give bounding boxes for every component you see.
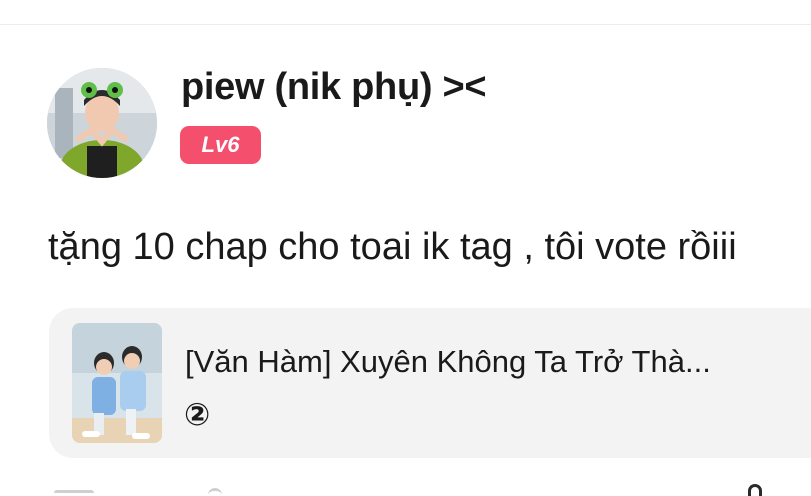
top-divider <box>0 24 811 25</box>
more-icon[interactable] <box>748 484 762 496</box>
level-badge: Lv6 <box>180 126 261 164</box>
story-title[interactable]: [Văn Hàm] Xuyên Không Ta Trở Thà... <box>185 344 711 380</box>
comment-view: piew (nik phụ) >< Lv6 tặng 10 chap cho t… <box>0 0 811 496</box>
like-icon[interactable] <box>54 490 94 496</box>
story-thumbnail[interactable] <box>72 323 162 443</box>
story-chapter-count: ② <box>184 397 211 432</box>
user-avatar[interactable] <box>47 68 157 178</box>
reply-icon[interactable] <box>208 488 222 496</box>
story-cover-image <box>72 323 162 443</box>
partially-visible-action-row <box>48 484 811 496</box>
linked-story-card[interactable] <box>49 308 811 458</box>
comment-text: tặng 10 chap cho toai ik tag , tôi vote … <box>48 226 737 268</box>
username[interactable]: piew (nik phụ) >< <box>181 66 487 109</box>
avatar-image <box>47 68 157 178</box>
